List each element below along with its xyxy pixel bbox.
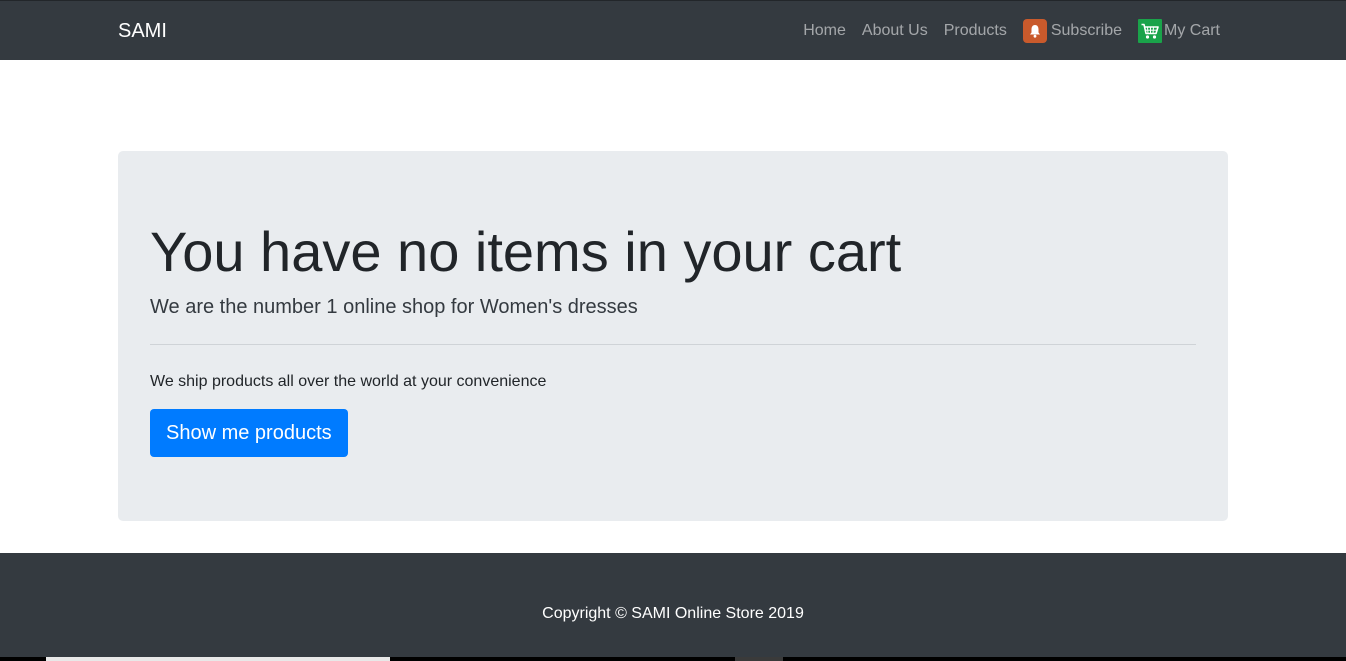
shipping-text: We ship products all over the world at y… xyxy=(150,373,547,390)
copyright-text: Copyright © SAMI Online Store 2019 xyxy=(542,605,804,622)
nav-link-about-us[interactable]: About Us xyxy=(862,19,928,43)
divider xyxy=(150,344,1196,345)
shopping-cart-icon xyxy=(1138,19,1162,43)
footer: Copyright © SAMI Online Store 2019 xyxy=(0,553,1346,661)
bell-icon xyxy=(1022,19,1047,43)
nav-link-subscribe-label: Subscribe xyxy=(1050,22,1122,39)
bottom-strip xyxy=(0,657,1346,661)
nav-link-products[interactable]: Products xyxy=(944,19,1007,43)
bottom-strip-segment xyxy=(46,657,390,661)
show-products-button[interactable]: Show me products xyxy=(150,409,348,457)
lead-text: We are the number 1 online shop for Wome… xyxy=(150,296,638,318)
nav-link-home[interactable]: Home xyxy=(803,19,846,43)
top-navbar: SAMI Home About Us Products Subscribe My… xyxy=(0,0,1346,60)
nav-link-subscribe[interactable]: Subscribe xyxy=(1022,19,1122,43)
empty-cart-heading: You have no items in your cart xyxy=(150,220,902,283)
nav-link-my-cart-label: My Cart xyxy=(1164,22,1220,39)
empty-cart-jumbotron: You have no items in your cart We are th… xyxy=(118,151,1228,521)
bottom-strip-segment xyxy=(735,657,783,661)
brand-logo[interactable]: SAMI xyxy=(118,19,167,43)
nav-links: Home About Us Products Subscribe My Cart xyxy=(803,18,1220,44)
nav-link-my-cart[interactable]: My Cart xyxy=(1138,19,1220,43)
